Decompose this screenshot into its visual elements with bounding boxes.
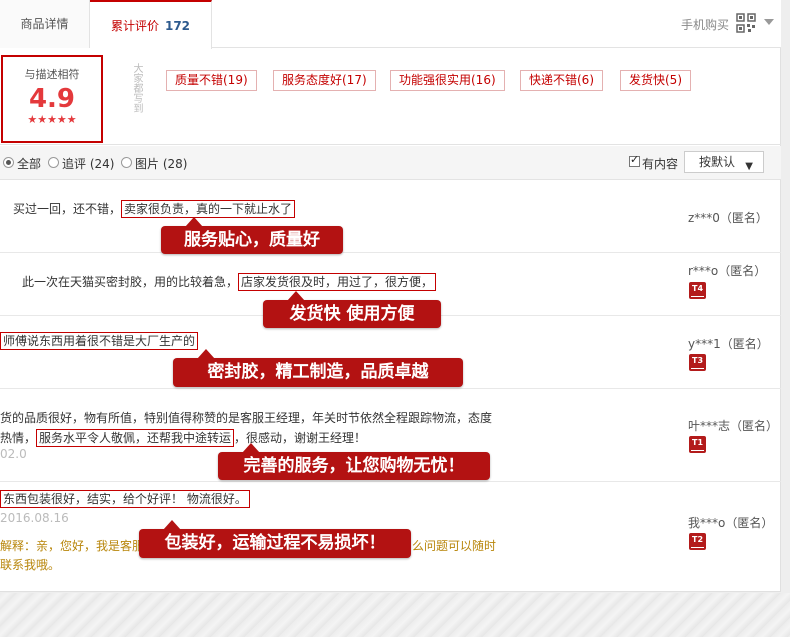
tag-quality[interactable]: 质量不错(19)	[166, 70, 257, 91]
reviews-panel: 商品详情 累计评价 172 手机购买 与描述相符 4.9 ★★★★★ 大家都写到 …	[0, 0, 781, 592]
tag-delivery[interactable]: 快递不错(6)	[520, 70, 603, 91]
review-text-line1: 货的品质很好，物有所值，特别值得称赞的是客服王经理，年关时节依然全程跟踪物流，态…	[0, 411, 493, 425]
callout-banner: 密封胶，精工制造，品质卓越	[173, 349, 463, 387]
member-level-badge: T1	[689, 436, 706, 453]
callout-banner: 发货快 使用方便	[263, 291, 441, 328]
reviewer-name: 我***o（匿名）	[688, 516, 774, 530]
review-text: 买过一回，还不错， 卖家很负责，真的一下就止水了	[13, 200, 296, 218]
reviewer-name: r***o（匿名）	[688, 264, 767, 278]
member-level-badge: T3	[689, 354, 706, 371]
review-text-plain: 热情，	[0, 431, 37, 445]
seller-reply-start: 解释：亲，您好，我是客服	[0, 539, 145, 553]
member-level-badge: T4	[689, 282, 706, 299]
reviewer-name: z***0（匿名）	[688, 211, 768, 225]
review-text: 东西包装很好，结实，给个好评！ 物流很好。	[0, 490, 250, 508]
tag-function[interactable]: 功能强很实用(16)	[390, 70, 505, 91]
mobile-buy-link[interactable]: 手机购买	[681, 16, 729, 34]
reviewer-name: y***1（匿名）	[688, 337, 769, 351]
has-content-checkbox[interactable]	[629, 153, 640, 167]
review-date: 02.0	[0, 447, 27, 461]
radio-all[interactable]	[3, 157, 14, 168]
review-text: 热情， 服务水平令人敬佩，还帮我中途转运 ，很感动，谢谢王经理！	[0, 429, 366, 447]
callout-banner: 完善的服务，让您购物无忧！	[218, 443, 490, 480]
chevron-down-icon[interactable]	[764, 19, 774, 25]
everyone-wrote-label: 大家都写到	[131, 63, 142, 113]
review-text: 师傅说东西用着很不错是大厂生产的	[0, 332, 199, 350]
review-highlight: 师傅说东西用着很不错是大厂生产的	[0, 332, 199, 350]
tag-fast-shipping[interactable]: 发货快(5)	[620, 70, 691, 91]
tab-reviews-label: 累计评价	[110, 19, 159, 33]
star-rating: ★★★★★	[27, 113, 77, 126]
reviewer-name: 叶***志（匿名）	[688, 419, 779, 433]
review-highlight: 店家发货很及时，用过了，很方便，	[238, 273, 437, 291]
score-box: 与描述相符 4.9 ★★★★★	[1, 55, 103, 143]
review-text: 此一次在天猫买密封胶，用的比较着急， 店家发货很及时，用过了，很方便，	[22, 273, 437, 291]
radio-images[interactable]	[121, 157, 132, 168]
tab-product-detail[interactable]: 商品详情	[0, 0, 90, 48]
filter-all-label[interactable]: 全部	[17, 155, 41, 172]
review-text-plain: 此一次在天猫买密封胶，用的比较着急，	[22, 275, 239, 289]
review-text-plain: 买过一回，还不错，	[13, 202, 122, 216]
score-value: 4.9	[28, 84, 76, 114]
review-highlight: 服务水平令人敬佩，还帮我中途转运	[36, 429, 235, 447]
radio-append[interactable]	[48, 157, 59, 168]
review-highlight: 东西包装很好，结实，给个好评！ 物流很好。	[0, 490, 250, 508]
chevron-down-icon: ▼	[745, 161, 753, 172]
background-texture	[0, 593, 790, 637]
has-content-label[interactable]: 有内容	[642, 155, 678, 172]
seller-reply-line2: 联系我哦。	[0, 558, 61, 572]
filter-append-label[interactable]: 追评 (24)	[62, 155, 114, 172]
tag-service[interactable]: 服务态度好(17)	[273, 70, 376, 91]
filter-bar: 全部 追评 (24) 图片 (28) 有内容 按默认 ▼	[0, 146, 781, 180]
sort-value: 按默认	[699, 155, 736, 169]
qr-code-icon[interactable]	[736, 13, 756, 33]
callout-banner: 服务贴心，质量好	[161, 217, 343, 254]
review-count: 172	[164, 19, 191, 33]
tab-bar: 商品详情 累计评价 172 手机购买	[0, 0, 781, 49]
sort-dropdown[interactable]: 按默认 ▼	[684, 151, 764, 173]
rating-summary: 与描述相符 4.9 ★★★★★ 大家都写到 质量不错(19) 服务态度好(17)…	[0, 49, 781, 145]
tab-reviews[interactable]: 累计评价 172	[90, 0, 212, 49]
callout-banner: 包装好，运输过程不易损坏！	[139, 520, 411, 558]
member-level-badge: T2	[689, 533, 706, 550]
review-highlight: 卖家很负责，真的一下就止水了	[121, 200, 296, 218]
review-date: 2016.08.16	[0, 511, 69, 525]
score-label: 与描述相符	[24, 68, 80, 81]
filter-images-label[interactable]: 图片 (28)	[135, 155, 187, 172]
seller-reply-end: 么问题可以随时	[412, 539, 497, 553]
review-item: 买过一回，还不错， 卖家很负责，真的一下就止水了 z***0（匿名）	[0, 181, 781, 253]
